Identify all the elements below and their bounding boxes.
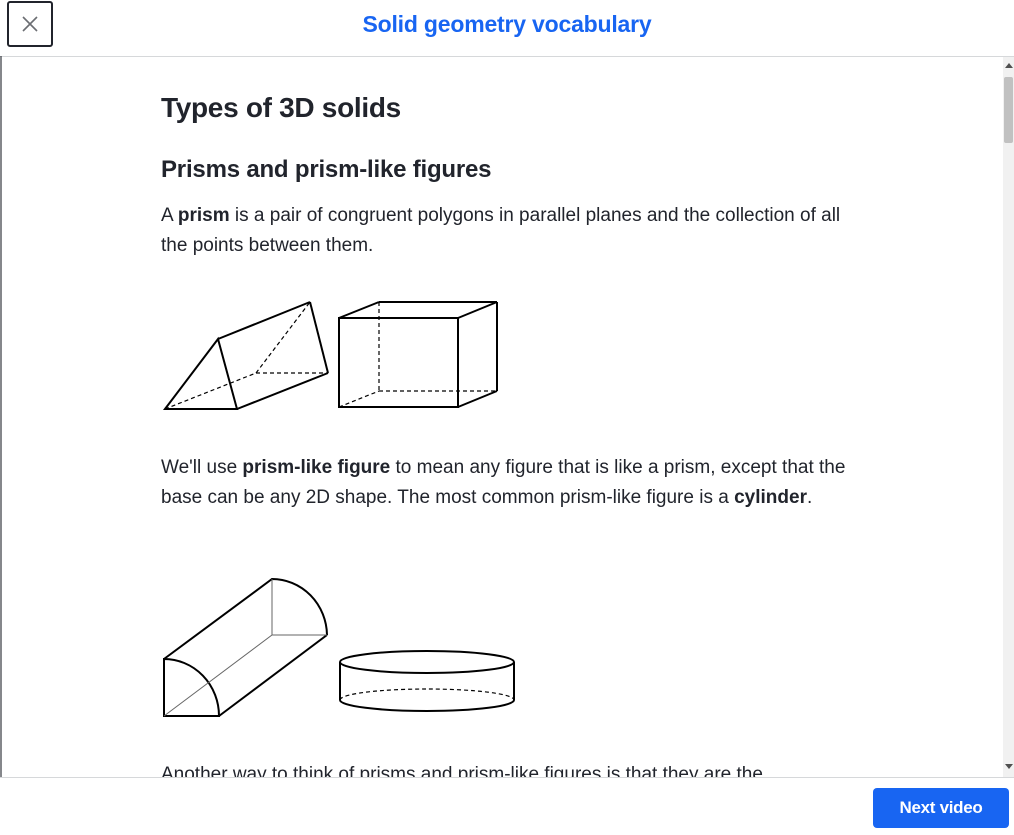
- term-cylinder: cylinder: [734, 487, 807, 508]
- prism-like-definition: We'll use prism-like figure to mean any …: [161, 453, 851, 513]
- term-prism: prism: [177, 205, 230, 226]
- prism-like-illustration: [163, 577, 515, 717]
- header-bar: Solid geometry vocabulary: [0, 0, 1014, 57]
- subsection-title: Prisms and prism-like figures: [161, 156, 492, 183]
- prisms-illustration: [162, 301, 498, 410]
- term-prism-like-figure: prism-like figure: [242, 457, 391, 478]
- section-title: Types of 3D solids: [161, 92, 401, 123]
- prism-alternative-description: Another way to think of prisms and prism…: [161, 764, 763, 777]
- text-span: A: [161, 205, 178, 226]
- text-span: .: [806, 487, 813, 508]
- scroll-up-icon[interactable]: [1005, 63, 1013, 68]
- modal-title: Solid geometry vocabulary: [362, 11, 652, 37]
- text-span: is a pair of congruent polygons in paral…: [161, 205, 841, 256]
- next-video-button[interactable]: Next video: [873, 788, 1009, 828]
- footer-bar: Next video: [0, 777, 1014, 835]
- scroll-thumb[interactable]: [1004, 77, 1013, 143]
- text-span: We'll use: [161, 457, 243, 478]
- article-content: Types of 3D solids Prisms and prism-like…: [0, 57, 1003, 777]
- scroll-down-icon[interactable]: [1005, 764, 1013, 769]
- prism-definition: A prism is a pair of congruent polygons …: [161, 201, 851, 261]
- content-scrollbar[interactable]: [1003, 57, 1014, 777]
